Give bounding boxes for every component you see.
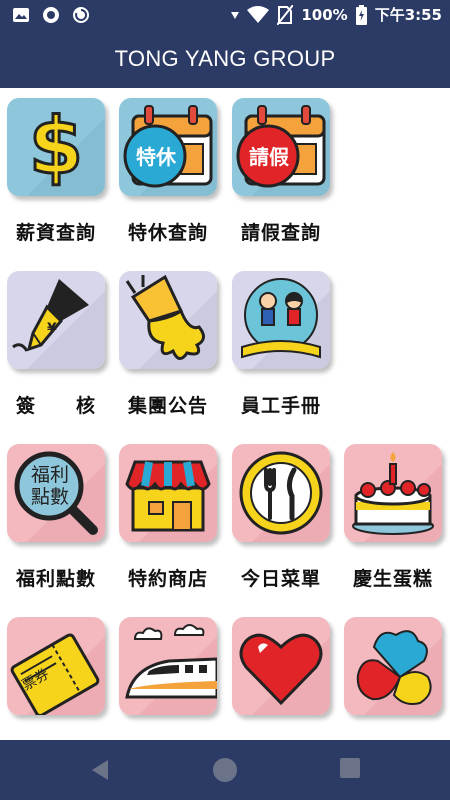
helping-hands-icon: [344, 617, 442, 715]
menu-grid: $ 薪資查詢 特休 特休查詢 請假 請假查詢 ¥ 簽 核 集團公告 員工手冊 福…: [0, 88, 450, 740]
tile-label: 簽 核: [15, 395, 96, 417]
tile-special-leave[interactable]: 特休 特休查詢: [113, 88, 223, 248]
magnifier-points-icon: 福利點數: [7, 444, 105, 542]
tile-partner-store[interactable]: 特約商店: [113, 434, 223, 594]
image-icon: [13, 8, 29, 22]
signal-arrow-icon: [231, 11, 240, 19]
book-children-icon: [232, 271, 330, 369]
bullet-train-icon: [119, 617, 217, 715]
tile-leave-request[interactable]: 請假 請假查詢: [226, 88, 336, 248]
no-sim-icon: [277, 4, 294, 25]
record-icon: [43, 7, 59, 23]
tile-ticket[interactable]: 票券: [1, 607, 111, 740]
tile-label: 特休查詢: [127, 222, 208, 244]
tile-label: 今日菜單: [240, 568, 321, 590]
tile-label: 慶生蛋糕: [352, 568, 433, 590]
tile-label: 薪資查詢: [15, 222, 96, 244]
tile-welfare-points[interactable]: 福利點數 福利點數: [1, 434, 111, 594]
tile-salary[interactable]: $ 薪資查詢: [1, 88, 111, 248]
tile-handbook[interactable]: 員工手冊: [226, 261, 336, 421]
sync-icon: [73, 7, 89, 23]
tile-approval[interactable]: ¥ 簽 核: [1, 261, 111, 421]
app-bar: TONG YANG GROUP: [0, 30, 450, 88]
heart-icon: [232, 617, 330, 715]
recents-icon[interactable]: [340, 758, 360, 778]
calendar-special-leave-icon: 特休: [119, 98, 217, 196]
tile-birthday-cake[interactable]: 慶生蛋糕: [338, 434, 448, 594]
tile-today-menu[interactable]: 今日菜單: [226, 434, 336, 594]
dollar-icon: $: [7, 98, 105, 196]
svg-text:¥: ¥: [47, 321, 57, 337]
clock: 下午3:55: [374, 6, 442, 24]
ticket-icon: 票券: [7, 617, 105, 715]
navigation-bar: [0, 740, 450, 800]
tile-label: 特約商店: [127, 568, 208, 590]
pen-nib-icon: ¥: [7, 271, 105, 369]
tile-label: 集團公告: [127, 395, 208, 417]
megaphone-icon: [119, 271, 217, 369]
tile-label: 請假查詢: [240, 222, 321, 244]
leave-request-badge: 請假: [249, 145, 289, 169]
battery-charging-icon: [355, 4, 367, 25]
svg-text:$: $: [29, 102, 83, 192]
wifi-icon: [247, 5, 270, 23]
home-icon[interactable]: [213, 758, 237, 782]
status-left-icons: [12, 6, 90, 24]
tile-label: 福利點數: [15, 568, 96, 590]
store-icon: [119, 444, 217, 542]
plate-cutlery-icon: [232, 444, 330, 542]
special-leave-badge: 特休: [136, 145, 176, 169]
back-icon[interactable]: [88, 758, 112, 782]
battery-percent: 100%: [301, 5, 348, 24]
status-right-icons: 100% 下午3:55: [231, 4, 442, 25]
tile-label: 員工手冊: [240, 395, 321, 417]
app-title: TONG YANG GROUP: [114, 46, 336, 71]
welfare-points-badge: 福利點數: [30, 464, 69, 508]
tile-volunteer[interactable]: [338, 607, 448, 740]
birthday-cake-icon: [344, 444, 442, 542]
tile-travel[interactable]: [113, 607, 223, 740]
status-bar: 100% 下午3:55: [0, 0, 450, 30]
tile-care[interactable]: [226, 607, 336, 740]
calendar-leave-request-icon: 請假: [232, 98, 330, 196]
tile-announcement[interactable]: 集團公告: [113, 261, 223, 421]
